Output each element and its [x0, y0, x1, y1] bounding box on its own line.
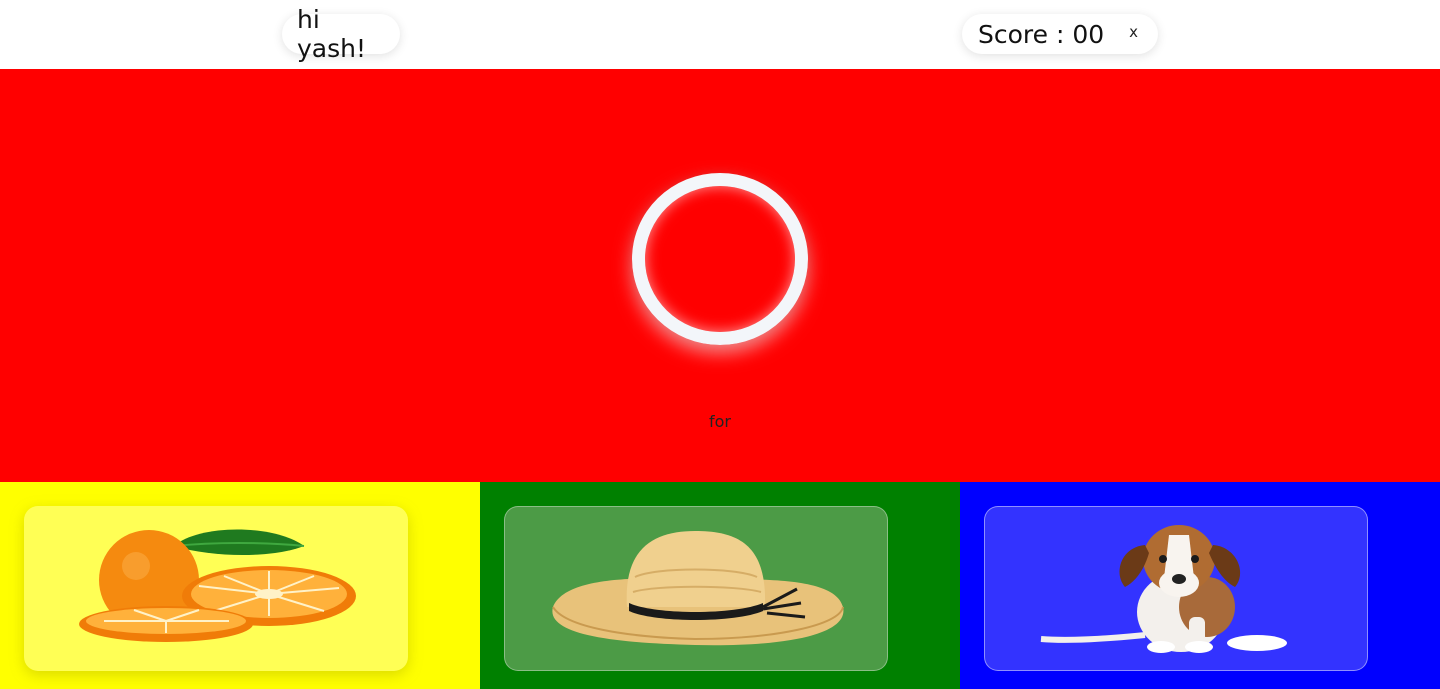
option-tile-yellow [0, 482, 480, 689]
hat-icon [552, 531, 844, 646]
answer-options [0, 482, 1440, 689]
greeting-text: hi yash! [297, 5, 367, 63]
question-area: for [0, 69, 1440, 482]
option-card-puppy[interactable] [984, 506, 1368, 671]
puppy-icon [1040, 525, 1287, 653]
close-button[interactable]: x [1129, 23, 1138, 41]
orange-icon [79, 529, 356, 642]
score-text: Score : 00 [978, 19, 1105, 49]
option-card-hat[interactable] [504, 506, 888, 671]
option-tile-blue [960, 482, 1440, 689]
greeting-badge: hi yash! [282, 5, 400, 63]
play-sound-ring-button[interactable] [632, 173, 808, 345]
top-bar: hi yash! Score : 00 x [0, 0, 1440, 69]
option-card-orange[interactable] [24, 506, 408, 671]
score-badge: Score : 00 x [962, 14, 1158, 54]
target-word: for [709, 412, 731, 431]
option-tile-green [480, 482, 960, 689]
